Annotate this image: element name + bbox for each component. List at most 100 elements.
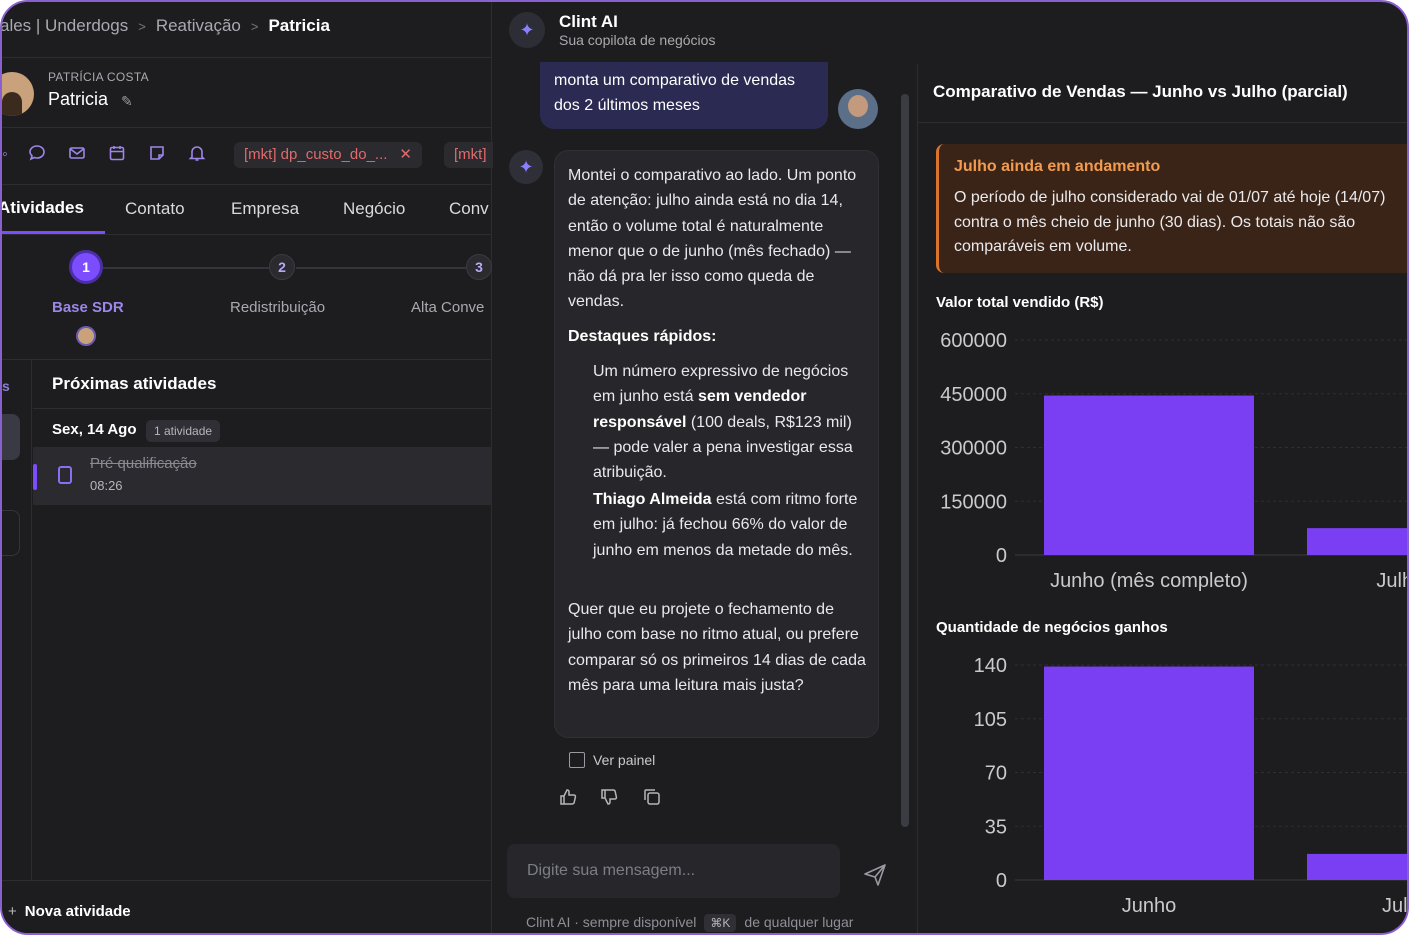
message-input[interactable] [507,844,840,898]
chat-title: Clint AI [559,12,618,31]
chat-icon[interactable] [26,144,48,166]
divider [2,234,492,235]
ai-bullet: Um número expressivo de negócios em junh… [593,359,869,485]
mail-icon[interactable] [66,144,88,166]
calendar-icon[interactable] [106,144,128,166]
user-avatar [838,89,878,129]
tab-empresa[interactable]: Empresa [231,199,299,219]
ai-bullet: Thiago Almeida está com ritmo forte em j… [593,487,861,563]
chart-title-value: Valor total vendido (R$) [936,294,1104,311]
y-tick-label: 105 [974,709,1007,731]
owner-avatar [76,326,96,346]
tag-label: [mkt] dp_custo_do_... [244,146,388,163]
alert-title: Julho ainda em andamento [954,158,1161,175]
pipeline-connector [296,267,466,269]
filter-button[interactable] [2,414,20,460]
copy-icon[interactable] [642,787,662,812]
thumbs-down-icon[interactable] [599,787,619,812]
app-window: ales | Underdogs > Reativação > Patricia PAT… [0,0,1409,935]
y-tick-label: 140 [974,655,1007,677]
y-tick-label: 150000 [940,491,1007,513]
x-tick-label: Junho [1122,895,1177,917]
shortcut-badge: ⌘K [704,914,737,932]
panel-icon [569,752,585,768]
y-tick-label: 0 [996,545,1007,567]
y-tick-label: 35 [985,816,1007,838]
chevron-right-icon: > [250,19,259,34]
y-tick-label: 450000 [940,384,1007,406]
tag-chip[interactable]: [mkt] dp_custo_do_... ✕ [234,142,422,168]
more-icon[interactable]: ◦ [2,144,16,166]
y-tick-label: 600000 [940,330,1007,352]
filter-button[interactable] [2,510,20,556]
breadcrumb-item-pipeline[interactable]: ales | Underdogs [2,16,128,35]
ai-paragraph: Quer que eu projete o fechamento de julh… [568,601,866,694]
tab-contato[interactable]: Contato [125,199,185,219]
strip-label: s [2,378,10,394]
divider [2,57,492,58]
footer-text: Clint AI · sempre disponível [526,914,697,930]
pipeline-step-3[interactable]: 3 [466,254,492,280]
divider [2,184,492,185]
divider [2,880,492,881]
footer-text: de qualquer lugar [744,914,854,930]
breadcrumb: ales | Underdogs > Reativação > Patricia [2,16,330,36]
y-tick-label: 300000 [940,438,1007,460]
chevron-right-icon: > [138,19,146,34]
sparkle-icon: ✦ [509,150,543,184]
ai-bullet-bold: Thiago Almeida [593,491,712,508]
x-tick-label: Julho ( [1382,895,1409,917]
divider [33,408,492,409]
pipeline-step-2[interactable]: 2 [269,254,295,280]
bar-chart-value: 600000 450000 300000 150000 0 Junho (mês comp… [940,330,1409,592]
thumbs-up-icon[interactable] [558,787,578,812]
bar[interactable] [1044,395,1254,555]
tab-conversas[interactable]: Conv [449,199,489,219]
chat-scrollbar[interactable] [901,94,909,827]
activity-time: 08:26 [90,478,123,493]
contact-full-name: PATRÍCIA COSTA [48,70,149,84]
user-message: monta um comparativo de vendas dos 2 últ… [540,62,828,129]
note-icon[interactable] [146,144,168,166]
section-title: Próximas atividades [52,374,217,393]
breadcrumb-item-stage[interactable]: Reativação [156,16,241,35]
view-panel-label: Ver painel [593,752,656,768]
day-label: Sex, 14 Ago [52,421,137,438]
x-tick-label: Julho (a [1376,570,1409,592]
close-icon[interactable]: ✕ [399,146,412,163]
activity-selected-indicator [33,464,37,490]
new-activity-button[interactable]: + Nova atividade [8,903,131,920]
tab-negocio[interactable]: Negócio [343,199,405,219]
chart-title-count: Quantidade de negócios ganhos [936,619,1168,636]
edit-icon[interactable]: ✎ [121,93,133,110]
y-tick-label: 0 [996,870,1007,892]
chat-subtitle: Sua copilota de negócios [559,32,716,48]
contact-name: Patricia [48,89,109,109]
breadcrumb-current: Patricia [268,16,330,35]
sparkle-icon: ✦ [509,12,545,48]
pipeline-connector [103,267,269,269]
bar[interactable] [1044,666,1254,880]
y-tick-label: 70 [985,763,1007,785]
tag-label: [mkt] [454,146,487,163]
view-panel-button[interactable]: Ver painel [569,752,655,768]
bar[interactable] [1307,528,1409,555]
new-activity-label: Nova atividade [24,903,131,920]
pipeline-step-label: Base SDR [52,299,124,316]
pipeline-step-label: Alta Conve [411,299,485,316]
chat-footer: Clint AI · sempre disponível ⌘K de qualque… [526,914,853,932]
pipeline-step-label: Redistribuição [230,299,326,316]
divider [2,359,492,360]
plus-icon: + [8,903,17,920]
divider [917,122,1407,123]
send-icon[interactable] [862,862,888,894]
ai-paragraph: Montei o comparativo ao lado. Um ponto d… [568,167,857,311]
activity-count-badge: 1 atividade [146,420,221,442]
alert-body: O período de julho considerado vai de 01… [954,189,1386,255]
tab-atividades[interactable]: Atividades [2,198,84,218]
bell-icon[interactable] [186,144,208,166]
bar[interactable] [1307,853,1409,880]
clipboard-icon [58,466,72,484]
activity-title: Pré qualificação [90,455,197,472]
pipeline-step-1[interactable]: 1 [69,250,103,284]
